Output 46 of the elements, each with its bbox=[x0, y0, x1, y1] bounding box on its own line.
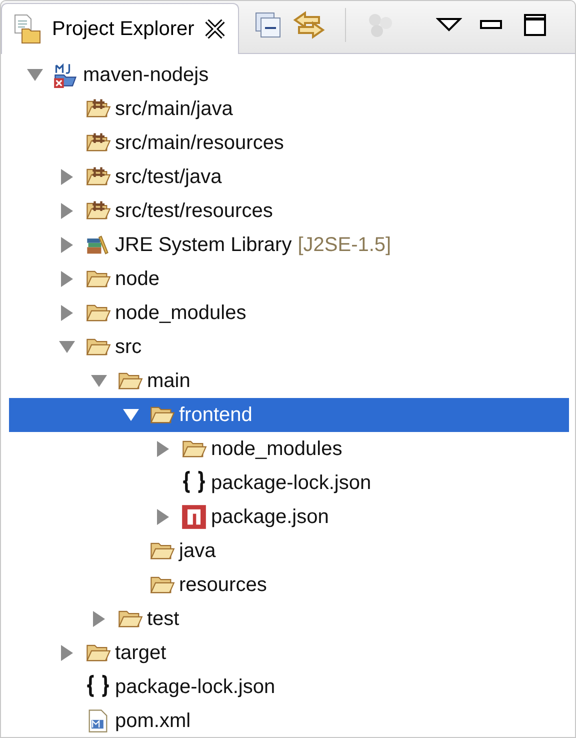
tree-item[interactable]: java bbox=[9, 534, 569, 568]
expanded-arrow-icon[interactable] bbox=[122, 408, 140, 422]
close-icon[interactable] bbox=[204, 18, 226, 40]
braces-icon bbox=[181, 470, 207, 496]
tree-item[interactable]: src/test/java bbox=[9, 160, 569, 194]
tree-item[interactable]: package.json bbox=[9, 500, 569, 534]
tree-item[interactable]: pom.xml bbox=[9, 704, 569, 737]
link-arrows-icon[interactable] bbox=[293, 11, 326, 39]
expanded-arrow-icon[interactable] bbox=[26, 68, 44, 82]
tree-item[interactable]: package-lock.json bbox=[9, 466, 569, 500]
project-icon bbox=[53, 62, 79, 88]
project-explorer-tab[interactable]: Project Explorer bbox=[1, 3, 240, 54]
tree-item[interactable]: src/main/resources bbox=[9, 126, 569, 160]
tree-item[interactable]: node_modules bbox=[9, 296, 569, 330]
tree-item[interactable]: frontend bbox=[9, 398, 569, 432]
collapsed-arrow-icon[interactable] bbox=[156, 440, 170, 458]
view-menu-icon[interactable] bbox=[436, 17, 462, 33]
collapse-all-icon[interactable] bbox=[255, 12, 282, 38]
collapsed-arrow-icon[interactable] bbox=[156, 508, 170, 526]
collapsed-arrow-icon[interactable] bbox=[92, 610, 106, 628]
tree-item[interactable]: target bbox=[9, 636, 569, 670]
tree-item[interactable]: node_modules bbox=[9, 432, 569, 466]
collapsed-arrow-icon[interactable] bbox=[60, 270, 74, 288]
tree-item[interactable]: resources bbox=[9, 568, 569, 602]
braces-icon bbox=[85, 674, 111, 700]
minimize-icon[interactable] bbox=[480, 18, 502, 32]
collapsed-arrow-icon[interactable] bbox=[60, 644, 74, 662]
tree-item[interactable]: maven-nodejs bbox=[9, 58, 569, 92]
explorer-icon bbox=[12, 13, 42, 45]
tree-item[interactable]: src bbox=[9, 330, 569, 364]
collapsed-arrow-icon[interactable] bbox=[60, 304, 74, 322]
tree-item[interactable]: JRE System Library [J2SE-1.5] bbox=[9, 228, 569, 262]
tree-item[interactable]: package-lock.json bbox=[9, 670, 569, 704]
tree-item[interactable]: src/test/resources bbox=[9, 194, 569, 228]
collapsed-arrow-icon[interactable] bbox=[60, 202, 74, 220]
maximize-icon[interactable] bbox=[524, 14, 546, 36]
expanded-arrow-icon[interactable] bbox=[90, 374, 108, 388]
collapsed-arrow-icon[interactable] bbox=[60, 168, 74, 186]
collapsed-arrow-icon[interactable] bbox=[60, 236, 74, 254]
tree-item[interactable]: src/main/java bbox=[9, 92, 569, 126]
tree-item[interactable]: node bbox=[9, 262, 569, 296]
expanded-arrow-icon[interactable] bbox=[58, 340, 76, 354]
tree-item[interactable]: test bbox=[9, 602, 569, 636]
npm-icon bbox=[181, 504, 207, 530]
tab-title: Project Explorer bbox=[52, 18, 194, 40]
tree-item[interactable]: main bbox=[9, 364, 569, 398]
